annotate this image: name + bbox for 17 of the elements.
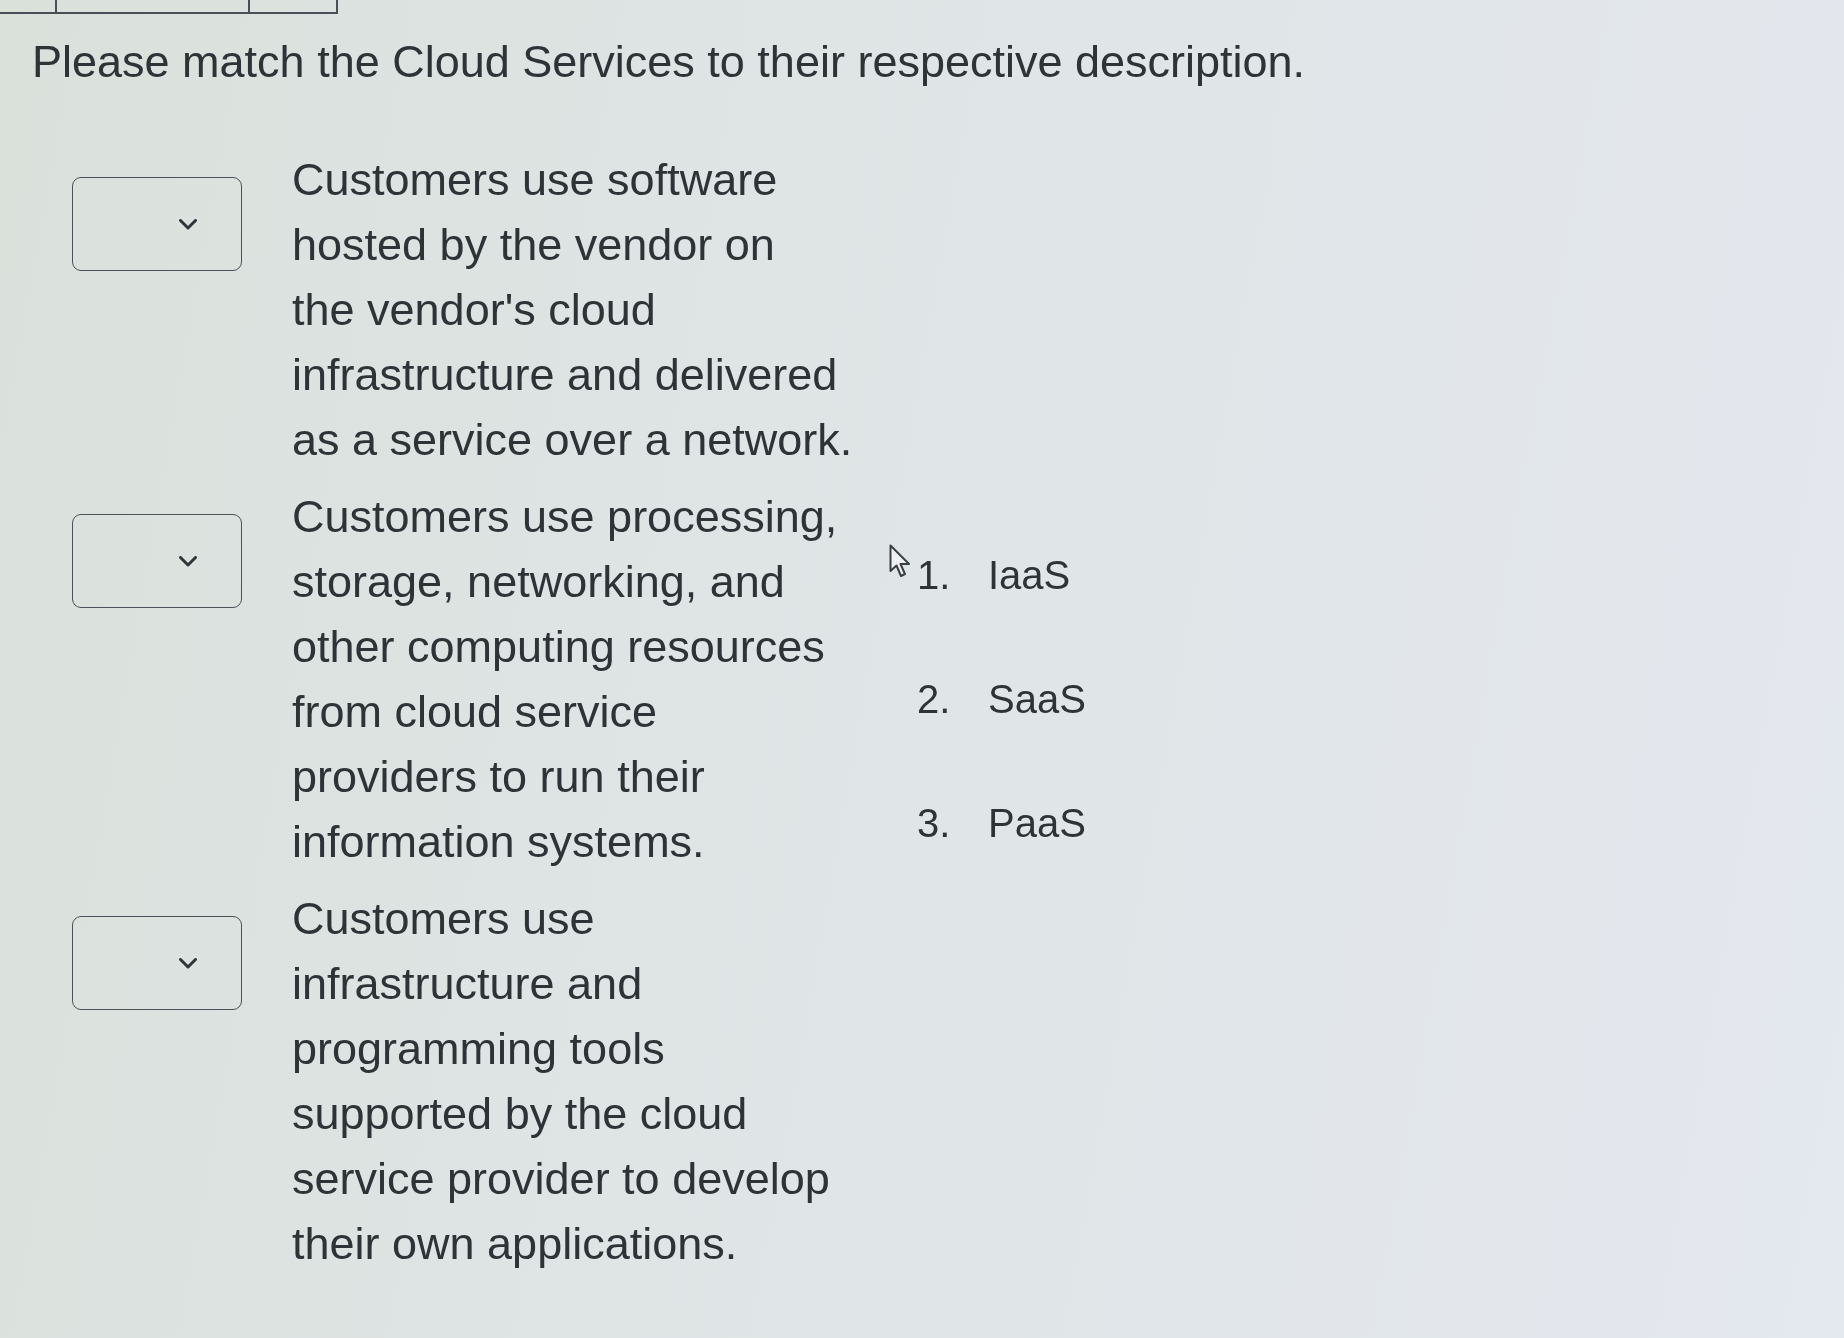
dropdown[interactable] bbox=[72, 177, 242, 271]
description-text: Customers use infrastructure and programming tools supported by the cloud service provider to develop their own applications. bbox=[292, 892, 831, 1271]
option-label: IaaS bbox=[988, 552, 1071, 599]
list-number: 3. bbox=[917, 800, 952, 847]
option-label: PaaS bbox=[988, 800, 1086, 847]
chevron-down-icon bbox=[179, 555, 197, 567]
chevron-down-icon bbox=[179, 957, 197, 969]
description-text: Customers use processing, storage, networking, and other computing resources from cloud service providers to run their information systems. bbox=[292, 490, 839, 869]
description-text: Customers use software hosted by the vendor on the vendor's cloud infrastructure and delivered as a service over a network. bbox=[292, 153, 854, 467]
list-number: 2. bbox=[917, 676, 952, 723]
dropdown[interactable] bbox=[72, 916, 242, 1010]
cursor-icon bbox=[889, 544, 911, 578]
list-number: 1. bbox=[917, 552, 952, 599]
chevron-down-icon bbox=[179, 218, 197, 230]
dropdown[interactable] bbox=[72, 514, 242, 608]
option-label: SaaS bbox=[988, 676, 1086, 723]
question-text: Please match the Cloud Services to their respective description. bbox=[32, 35, 1307, 89]
